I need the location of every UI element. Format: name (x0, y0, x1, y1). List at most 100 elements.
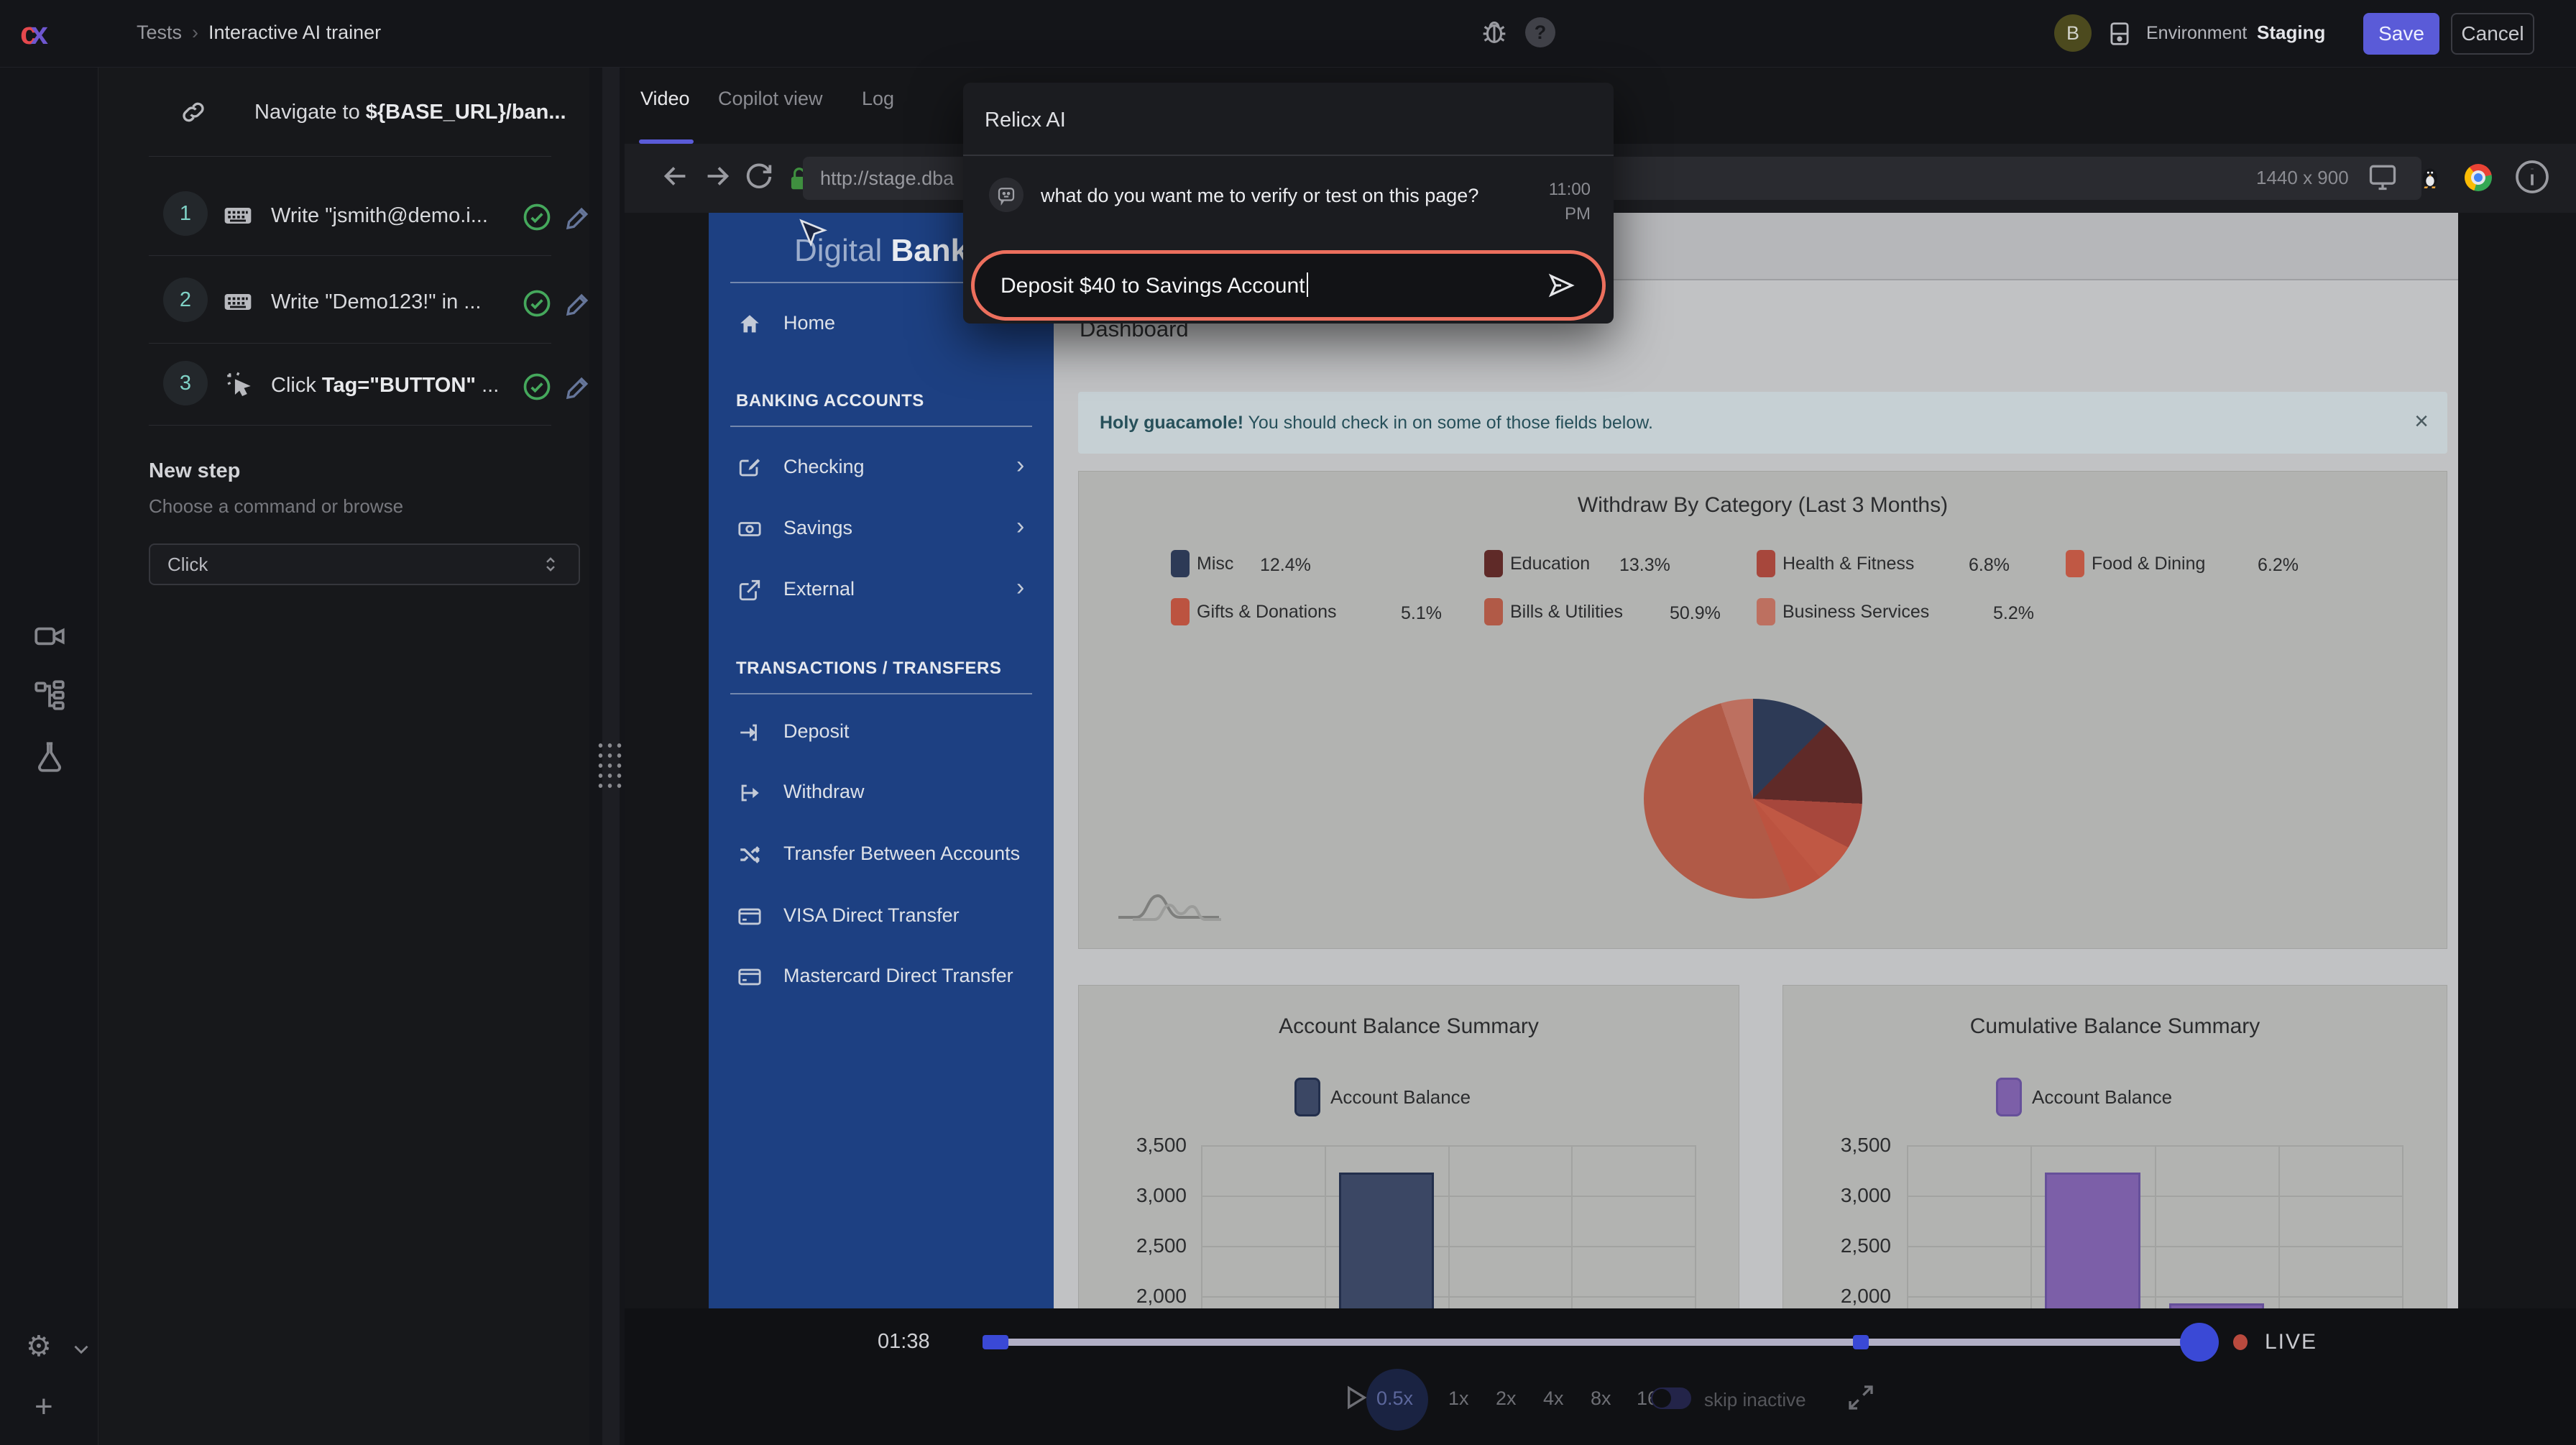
bank-nav-visa-transfer[interactable]: VISA Direct Transfer (709, 894, 1054, 937)
credit-card-icon (737, 904, 762, 929)
new-step-title: New step (149, 459, 240, 483)
speed-8x[interactable]: 8x (1591, 1387, 1611, 1410)
bar (2169, 1303, 2264, 1308)
flask-icon[interactable] (32, 739, 68, 775)
bar-chart-title: Cumulative Balance Summary (1783, 1014, 2447, 1039)
bank-nav-withdraw[interactable]: Withdraw (709, 771, 1054, 814)
bug-icon[interactable] (1478, 16, 1511, 49)
play-icon[interactable] (1340, 1383, 1369, 1412)
user-avatar[interactable]: B (2054, 14, 2092, 52)
step-navigate[interactable]: Navigate to ${BASE_URL}/ban... (98, 82, 589, 147)
timeline-marker[interactable] (1853, 1335, 1869, 1349)
command-select-value: Click (167, 554, 208, 576)
skip-inactive-toggle[interactable] (1651, 1387, 1691, 1409)
new-step-subtitle: Choose a command or browse (149, 495, 403, 518)
environment-icon (2106, 20, 2133, 47)
monitor-icon[interactable] (2367, 161, 2398, 193)
bank-section-accounts: BANKING ACCOUNTS (736, 391, 924, 411)
command-select[interactable]: Click (149, 543, 580, 585)
chrome-icon (2465, 164, 2492, 191)
sitemap-icon[interactable] (32, 677, 68, 713)
sign-out-arrow-icon (737, 781, 762, 805)
check-circle-icon (521, 201, 553, 233)
drag-handle-icon[interactable] (596, 740, 625, 788)
step-row-2[interactable]: 2 Write "Demo123!" in ... (98, 272, 589, 336)
skip-inactive-label: skip inactive (1704, 1389, 1806, 1411)
banking-app-frame: Digital Bank Home BANKING ACCOUNTS Check… (709, 213, 2458, 1308)
bank-nav-savings[interactable]: Savings› (709, 507, 1054, 550)
tab-copilot-view[interactable]: Copilot view (718, 88, 823, 110)
cx-logo[interactable]: cx (20, 16, 47, 52)
legend-item: Gifts & Donations (1171, 597, 1337, 626)
fullscreen-icon[interactable] (1846, 1383, 1875, 1412)
edit-pencil-icon[interactable] (564, 289, 593, 318)
app-screen: cx Tests›Interactive AI trainer ? B Envi… (0, 0, 2576, 1445)
money-bill-icon (737, 517, 762, 541)
bar-chart-title: Account Balance Summary (1079, 1014, 1739, 1039)
external-link-icon (737, 578, 762, 602)
settings-gear-icon[interactable]: ⚙ (26, 1330, 52, 1363)
chat-message: what do you want me to verify or test on… (1041, 185, 1501, 207)
environment-value[interactable]: Staging (2257, 22, 2325, 44)
chat-title: Relicx AI (985, 109, 1066, 132)
edit-pencil-icon[interactable] (564, 203, 593, 231)
bank-nav-transfer-between[interactable]: Transfer Between Accounts (709, 832, 1054, 876)
edit-pencil-icon[interactable] (564, 372, 593, 401)
step-row-3[interactable]: 3 Click Tag="BUTTON" ... (98, 355, 589, 420)
cursor-click-icon (224, 370, 254, 400)
breadcrumb-tests[interactable]: Tests (137, 22, 182, 43)
chat-input[interactable]: Deposit $40 to Savings Account (975, 254, 1602, 317)
speed-0-5x[interactable]: 0.5x (1376, 1387, 1413, 1410)
bank-nav-checking[interactable]: Checking› (709, 446, 1054, 489)
step-row-1[interactable]: 1 Write "jsmith@demo.i... (98, 185, 589, 250)
bank-nav-mastercard-transfer[interactable]: Mastercard Direct Transfer (709, 955, 1054, 998)
linux-tux-icon (2416, 162, 2444, 191)
add-icon[interactable]: + (34, 1389, 53, 1425)
bank-nav-external[interactable]: External› (709, 568, 1054, 611)
pie-chart-title: Withdraw By Category (Last 3 Months) (1079, 493, 2447, 518)
tab-video[interactable]: Video (640, 88, 690, 110)
cancel-button[interactable]: Cancel (2451, 13, 2534, 55)
video-camera-icon[interactable] (32, 618, 68, 654)
save-button[interactable]: Save (2363, 13, 2439, 55)
step-label: Navigate to ${BASE_URL}/ban... (254, 101, 566, 124)
step-label: Write "jsmith@demo.i... (271, 204, 488, 228)
test-steps-panel: Navigate to ${BASE_URL}/ban... 1 Write "… (98, 68, 589, 1445)
url-text: http://stage.dba (820, 168, 954, 190)
link-icon (179, 98, 208, 127)
back-arrow-icon[interactable] (659, 160, 692, 193)
legend-item: Health & Fitness (1757, 549, 1914, 578)
send-icon[interactable] (1546, 270, 1576, 301)
help-icon[interactable]: ? (1525, 17, 1555, 47)
speed-4x[interactable]: 4x (1543, 1387, 1564, 1410)
environment-label: Environment (2146, 23, 2247, 44)
info-icon[interactable] (2512, 157, 2552, 197)
chart-legend: Account Balance (1996, 1078, 2172, 1116)
account-balance-card: Account Balance Summary Account Balance … (1078, 985, 1739, 1308)
cumulative-balance-card: Cumulative Balance Summary Account Balan… (1782, 985, 2447, 1308)
refresh-icon[interactable] (742, 160, 776, 193)
left-icon-rail: ⚙ + (0, 68, 98, 1445)
chevron-down-icon[interactable] (69, 1337, 93, 1362)
bar (2045, 1173, 2140, 1308)
panel-splitter[interactable] (589, 68, 625, 1445)
bank-nav-deposit[interactable]: Deposit (709, 710, 1054, 753)
speed-2x[interactable]: 2x (1496, 1387, 1517, 1410)
forward-arrow-icon[interactable] (701, 160, 734, 193)
alert-close-icon[interactable]: × (2414, 408, 2429, 436)
bank-section-transfers: TRANSACTIONS / TRANSFERS (736, 659, 1001, 679)
bar-plot (1201, 1145, 1695, 1308)
check-circle-icon (521, 371, 553, 403)
legend-item: Education (1484, 549, 1590, 578)
playhead-handle[interactable] (2180, 1323, 2219, 1362)
video-viewport[interactable]: Digital Bank Home BANKING ACCOUNTS Check… (625, 213, 2576, 1308)
chat-timestamp: 11:00PM (1526, 178, 1591, 226)
breadcrumb-current: Interactive AI trainer (208, 22, 381, 43)
tab-log[interactable]: Log (862, 88, 894, 110)
speed-1x[interactable]: 1x (1448, 1387, 1469, 1410)
playback-time: 01:38 (878, 1330, 930, 1354)
recorded-cursor-icon (796, 217, 829, 254)
keyboard-icon (222, 286, 254, 318)
chat-bubble-icon (989, 178, 1024, 212)
timeline-scrubber[interactable] (983, 1339, 2199, 1346)
